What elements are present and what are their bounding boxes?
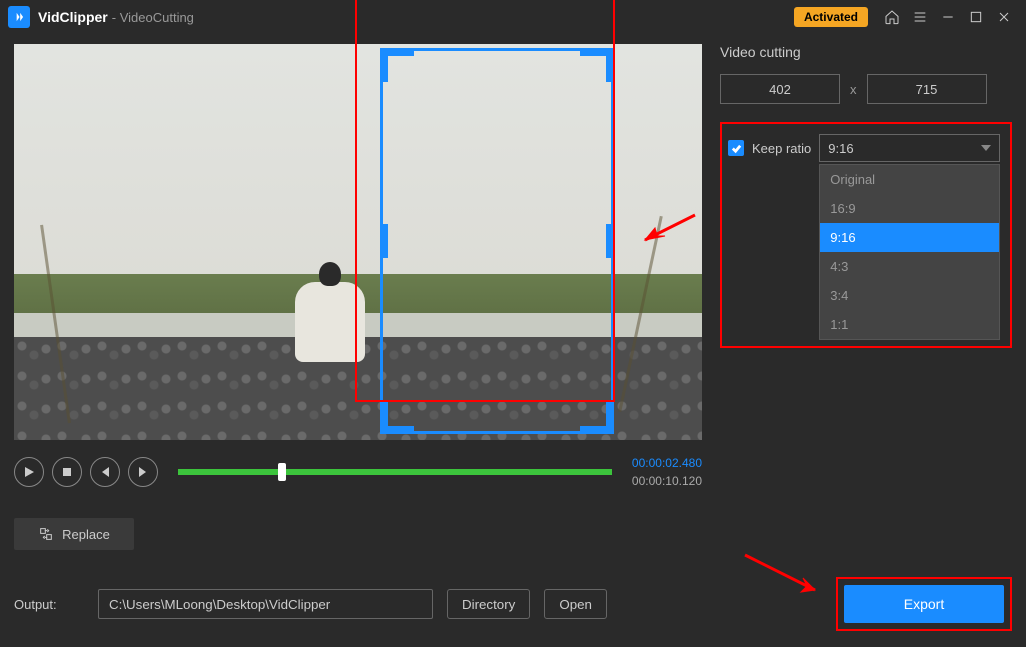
dimension-separator: x [850,82,857,97]
app-name: VidClipper [38,9,108,25]
keep-ratio-label: Keep ratio [752,141,811,156]
prev-frame-button[interactable] [90,457,120,487]
app-subtitle: - VideoCutting [112,10,194,25]
ratio-option-original[interactable]: Original [820,165,999,194]
ratio-option-3-4[interactable]: 3:4 [820,281,999,310]
output-label: Output: [14,597,84,612]
annotation-box-ratio: Keep ratio 9:16 Original 16:9 9:16 4:3 3… [720,122,1012,348]
export-label: Export [904,596,944,612]
ratio-select[interactable]: 9:16 Original 16:9 9:16 4:3 3:4 1:1 [819,134,1000,162]
ratio-option-1-1[interactable]: 1:1 [820,310,999,339]
menu-icon[interactable] [906,3,934,31]
ratio-dropdown: Original 16:9 9:16 4:3 3:4 1:1 [819,164,1000,340]
replace-button[interactable]: Replace [14,518,134,550]
home-icon[interactable] [878,3,906,31]
maximize-icon[interactable] [962,3,990,31]
width-input[interactable] [720,74,840,104]
open-button[interactable]: Open [544,589,607,619]
ratio-selected-value: 9:16 [828,141,853,156]
activated-badge: Activated [794,7,868,27]
chevron-down-icon [981,145,991,151]
app-logo [8,6,30,28]
timeline-scrubber[interactable] [178,457,612,487]
height-input[interactable] [867,74,987,104]
panel-title: Video cutting [720,44,1012,60]
close-icon[interactable] [990,3,1018,31]
titlebar: VidClipper - VideoCutting Activated [0,0,1026,34]
annotation-box-export: Export [836,577,1012,631]
ratio-option-4-3[interactable]: 4:3 [820,252,999,281]
next-frame-button[interactable] [128,457,158,487]
replace-label: Replace [62,527,110,542]
time-display: 00:00:02.480 00:00:10.120 [632,454,702,490]
ratio-option-9-16[interactable]: 9:16 [820,223,999,252]
minimize-icon[interactable] [934,3,962,31]
total-time: 00:00:10.120 [632,472,702,490]
export-button[interactable]: Export [844,585,1004,623]
stop-button[interactable] [52,457,82,487]
output-path-input[interactable] [98,589,433,619]
play-button[interactable] [14,457,44,487]
video-preview[interactable] [14,44,702,440]
ratio-option-16-9[interactable]: 16:9 [820,194,999,223]
current-time: 00:00:02.480 [632,454,702,472]
crop-frame[interactable] [380,48,614,434]
directory-button[interactable]: Directory [447,589,530,619]
keep-ratio-checkbox[interactable] [728,140,744,156]
